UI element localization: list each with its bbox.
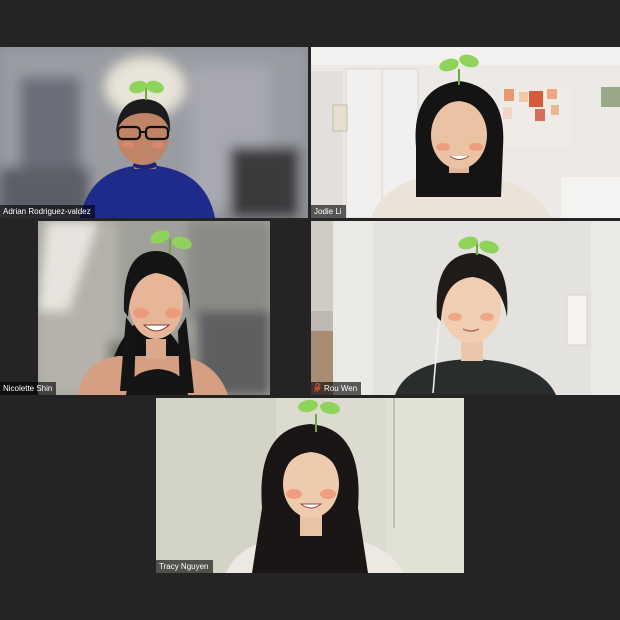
video-tile-nicolette[interactable] <box>38 221 270 395</box>
participant-name-tag: Jodie Li <box>311 205 346 218</box>
video-tile-rou[interactable]: Rou Wen <box>311 221 620 395</box>
video-tile-tracy[interactable]: Tracy Nguyen <box>156 398 464 573</box>
video-feed-rou <box>311 221 620 395</box>
video-tile-adrian[interactable]: Adrian Rodriguez-valdez <box>0 47 308 218</box>
video-feed-tracy <box>156 398 464 573</box>
video-feed-jodie <box>311 47 620 218</box>
participant-name: Nicolette Shin <box>3 384 53 393</box>
participant-name: Jodie Li <box>314 207 342 216</box>
participant-name-tag: Tracy Nguyen <box>156 560 213 573</box>
video-feed-nicolette <box>38 221 270 395</box>
participant-name: Tracy Nguyen <box>159 562 209 571</box>
video-gallery: { "meeting": { "participants": [ { "name… <box>0 0 620 620</box>
participant-name-tag: Adrian Rodriguez-valdez <box>0 205 95 218</box>
participant-name: Adrian Rodriguez-valdez <box>3 207 91 216</box>
participant-name: Rou Wen <box>324 384 358 393</box>
microphone-muted-icon <box>314 383 321 392</box>
participant-name-tag-nicolette: Nicolette Shin <box>0 382 57 395</box>
video-feed-adrian <box>0 47 308 218</box>
video-tile-jodie[interactable]: Jodie Li <box>311 47 620 218</box>
participant-name-tag: Rou Wen <box>311 382 362 395</box>
